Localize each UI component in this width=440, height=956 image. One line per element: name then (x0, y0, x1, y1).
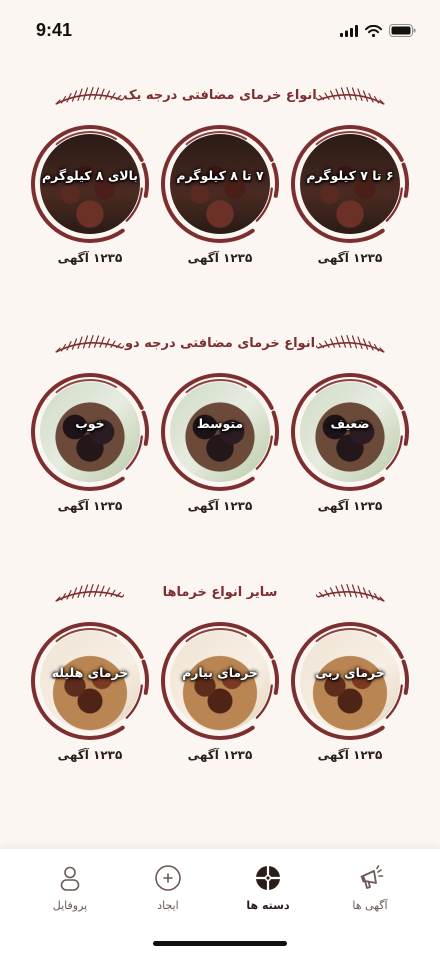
battery-icon (389, 24, 416, 37)
ad-count: ۱۲۳۵ آگهی (317, 251, 383, 265)
section-header: سایر انواع خرماها (0, 583, 440, 609)
nav-label: آگهی ها (352, 899, 388, 912)
palm-leaf-icon (316, 87, 385, 105)
category-name: ۶ تا ۷ کیلوگرم (306, 168, 394, 183)
ad-count: ۱۲۳۵ آگهی (187, 251, 253, 265)
nav-label: پروفایل (52, 899, 88, 912)
section-header: انواع خرمای مضافتی درجه دو (0, 334, 440, 360)
ad-count: ۱۲۳۵ آگهی (187, 499, 253, 513)
category-name: خوب (75, 416, 105, 431)
category-name: ۷ تا ۸ کیلوگرم (176, 168, 264, 183)
bottom-nav: آگهی ها دسته ها ایجاد پروفایل (0, 849, 440, 956)
ad-count: ۱۲۳۵ آگهی (57, 499, 123, 513)
palm-leaf-icon (316, 335, 385, 353)
ad-count: ۱۲۳۵ آگهی (187, 748, 253, 762)
status-bar: 9:41 (0, 0, 440, 62)
ad-count: ۱۲۳۵ آگهی (317, 499, 383, 513)
nav-label: دسته ها (246, 899, 290, 912)
plus-circle-icon (155, 865, 181, 891)
wifi-icon (365, 24, 382, 37)
palm-leaf-icon (316, 584, 385, 602)
nav-item-ads[interactable]: آگهی ها (330, 863, 410, 912)
home-indicator (153, 941, 287, 946)
nav-item-profile[interactable]: پروفایل (30, 863, 110, 912)
status-icons (340, 24, 416, 37)
ad-count: ۱۲۳۵ آگهی (57, 748, 123, 762)
category-name: خرمای ربی (315, 665, 385, 680)
category-name: متوسط (196, 416, 244, 431)
nav-item-categories[interactable]: دسته ها (228, 863, 308, 912)
categories-icon (256, 866, 280, 890)
ad-count: ۱۲۳۵ آگهی (317, 748, 383, 762)
category-name: بالای ۸ کیلوگرم (41, 168, 139, 183)
category-name: خرمای بیارم (182, 665, 258, 680)
status-time: 9:41 (36, 20, 73, 40)
nav-item-create[interactable]: ایجاد (128, 863, 208, 912)
category-name: خرمای هلیله (51, 665, 129, 680)
user-icon (60, 866, 80, 891)
section-header: انواع خرمای مضافتی درجه یک (0, 86, 440, 112)
nav-label: ایجاد (157, 899, 179, 912)
category-name: ضعیف (330, 416, 370, 431)
signal-icon (340, 24, 358, 37)
ad-count: ۱۲۳۵ آگهی (57, 251, 123, 265)
megaphone-icon (360, 865, 384, 889)
